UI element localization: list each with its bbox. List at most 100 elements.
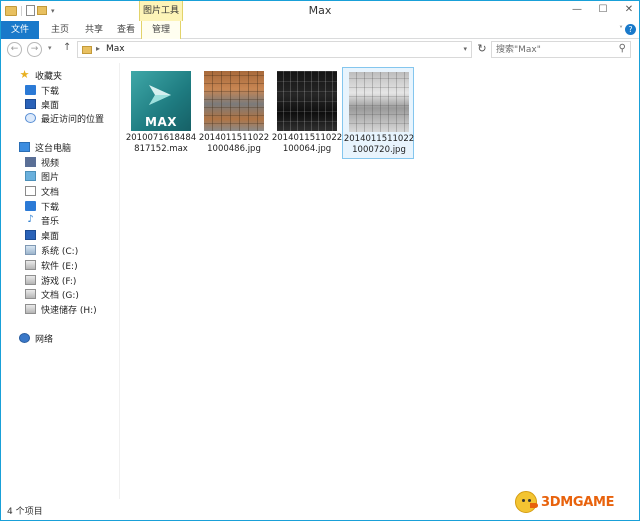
sidebar-item-label: 桌面 bbox=[41, 100, 60, 111]
drive-icon bbox=[25, 304, 36, 314]
sidebar-item-recent-places[interactable]: 最近访问的位置 bbox=[1, 111, 119, 125]
sidebar-item-label: 音乐 bbox=[41, 216, 60, 227]
file-name: 2014011511022 1000720.jpg bbox=[343, 134, 415, 155]
sidebar-item-downloads[interactable]: 下载 bbox=[1, 83, 119, 97]
sidebar-item-label: 文档 (G:) bbox=[41, 290, 79, 301]
drive-icon bbox=[25, 275, 36, 285]
sidebar-item-drive-g[interactable]: 文档 (G:) bbox=[1, 287, 119, 301]
file-thumbnail bbox=[277, 71, 337, 131]
system-drive-icon bbox=[25, 245, 36, 255]
sidebar-item-pc-desktop[interactable]: 桌面 bbox=[1, 228, 119, 242]
file-name: 2010071618484 817152.max bbox=[125, 133, 197, 154]
ribbon-tabs: 文件 主页 共享 查看 管理 ˅ ? bbox=[1, 21, 639, 39]
download-icon bbox=[25, 201, 36, 211]
tab-file[interactable]: 文件 bbox=[1, 21, 39, 39]
sidebar-item-label: 最近访问的位置 bbox=[41, 114, 105, 125]
sidebar-item-drive-f[interactable]: 游戏 (F:) bbox=[1, 273, 119, 287]
chevron-down-icon[interactable]: ▾ bbox=[463, 45, 467, 53]
watermark: 3DMGAME bbox=[515, 491, 637, 517]
desktop-icon bbox=[25, 230, 36, 240]
breadcrumb-max[interactable]: Max bbox=[106, 44, 125, 54]
title-bar: ▾ Max — ☐ ✕ bbox=[1, 1, 639, 23]
sidebar-item-label: 网络 bbox=[35, 334, 54, 345]
file-thumbnail: MAX bbox=[131, 71, 191, 131]
sidebar-item-documents[interactable]: 文档 bbox=[1, 184, 119, 198]
tab-share[interactable]: 共享 bbox=[79, 21, 109, 39]
tab-view[interactable]: 查看 bbox=[111, 21, 141, 39]
forward-button[interactable]: → bbox=[27, 42, 42, 57]
music-note-icon: ♪ bbox=[27, 214, 34, 225]
breadcrumb-separator[interactable]: ▸ bbox=[96, 44, 100, 53]
file-item-jpg-064[interactable]: 2014011511022 100064.jpg bbox=[271, 67, 343, 159]
download-icon bbox=[25, 85, 36, 95]
tab-home[interactable]: 主页 bbox=[45, 21, 75, 39]
sidebar-item-drive-c[interactable]: 系统 (C:) bbox=[1, 243, 119, 257]
sidebar-item-videos[interactable]: 视频 bbox=[1, 155, 119, 169]
address-bar[interactable]: ▸ Max ▾ bbox=[77, 41, 472, 58]
context-tab-header: 图片工具 bbox=[139, 1, 183, 21]
file-item-jpg-486[interactable]: 2014011511022 1000486.jpg bbox=[198, 67, 270, 159]
sidebar-item-label: 收藏夹 bbox=[35, 71, 63, 82]
star-icon: ★ bbox=[19, 68, 30, 81]
maximize-button[interactable]: ☐ bbox=[597, 4, 609, 15]
file-name: 2014011511022 100064.jpg bbox=[271, 133, 343, 154]
folder-icon bbox=[82, 46, 92, 54]
sidebar-item-label: 游戏 (F:) bbox=[41, 276, 77, 287]
sidebar-item-label: 下载 bbox=[41, 202, 60, 213]
drive-icon bbox=[25, 260, 36, 270]
file-list: MAX 2010071618484 817152.max 20140115110… bbox=[120, 63, 639, 499]
recent-places-icon bbox=[25, 113, 36, 123]
sidebar-item-favorites[interactable]: ★ 收藏夹 bbox=[1, 68, 119, 82]
file-item-jpg-720[interactable]: 2014011511022 1000720.jpg bbox=[342, 67, 414, 159]
picture-icon bbox=[25, 171, 36, 181]
sidebar-item-drive-e[interactable]: 软件 (E:) bbox=[1, 258, 119, 272]
watermark-text: 3DMGAME bbox=[541, 495, 615, 510]
sidebar-item-label: 这台电脑 bbox=[35, 143, 72, 154]
sidebar-item-label: 下载 bbox=[41, 86, 60, 97]
sidebar-item-this-pc[interactable]: 这台电脑 bbox=[1, 140, 119, 154]
desktop-icon bbox=[25, 99, 36, 109]
sidebar-item-label: 图片 bbox=[41, 172, 60, 183]
3ds-max-logo-icon bbox=[149, 85, 171, 105]
sidebar-item-label: 视频 bbox=[41, 158, 60, 169]
mascot-icon bbox=[515, 491, 538, 513]
video-icon bbox=[25, 157, 36, 167]
search-input[interactable] bbox=[492, 42, 610, 57]
sidebar-item-label: 快速储存 (H:) bbox=[41, 305, 97, 316]
sidebar-item-label: 桌面 bbox=[41, 231, 60, 242]
computer-icon bbox=[19, 142, 30, 152]
sidebar-item-drive-h[interactable]: 快速储存 (H:) bbox=[1, 302, 119, 316]
tab-manage[interactable]: 管理 bbox=[141, 21, 181, 39]
file-thumbnail bbox=[204, 71, 264, 131]
back-button[interactable]: ← bbox=[7, 42, 22, 57]
sidebar-item-label: 软件 (E:) bbox=[41, 261, 78, 272]
window-controls: — ☐ ✕ bbox=[571, 4, 635, 15]
minimize-button[interactable]: — bbox=[571, 4, 583, 15]
refresh-icon[interactable]: ↻ bbox=[475, 42, 489, 55]
network-icon bbox=[19, 333, 30, 343]
logo-text: MAX bbox=[145, 115, 177, 129]
navigation-pane: ★ 收藏夹 下载 桌面 最近访问的位置 这台电脑 视频 图片 文档 下载 ♪ 音… bbox=[1, 63, 119, 499]
item-count: 4 个项目 bbox=[7, 507, 43, 517]
explorer-window: ▾ Max — ☐ ✕ 图片工具 文件 主页 共享 查看 管理 ˅ ? ← → … bbox=[0, 0, 640, 521]
close-button[interactable]: ✕ bbox=[623, 4, 635, 15]
navigation-bar: ← → ▾ ↑ ▸ Max ▾ ↻ ⚲ bbox=[1, 39, 639, 61]
sidebar-item-desktop[interactable]: 桌面 bbox=[1, 97, 119, 111]
help-icon[interactable]: ? bbox=[625, 24, 636, 35]
file-name: 2014011511022 1000486.jpg bbox=[198, 133, 270, 154]
recent-locations-icon[interactable]: ▾ bbox=[48, 44, 52, 52]
drive-icon bbox=[25, 289, 36, 299]
sidebar-item-network[interactable]: 网络 bbox=[1, 331, 119, 345]
sidebar-item-pc-downloads[interactable]: 下载 bbox=[1, 199, 119, 213]
search-box[interactable]: ⚲ bbox=[491, 41, 631, 58]
document-icon bbox=[25, 186, 36, 196]
file-item-max[interactable]: MAX 2010071618484 817152.max bbox=[125, 67, 197, 159]
window-title: Max bbox=[308, 4, 332, 17]
expand-ribbon-icon[interactable]: ˅ bbox=[619, 25, 623, 34]
sidebar-item-label: 系统 (C:) bbox=[41, 246, 79, 257]
sidebar-item-pictures[interactable]: 图片 bbox=[1, 169, 119, 183]
file-thumbnail bbox=[349, 72, 409, 132]
sidebar-item-music[interactable]: ♪ 音乐 bbox=[1, 213, 119, 227]
search-icon[interactable]: ⚲ bbox=[619, 43, 626, 54]
up-arrow-icon[interactable]: ↑ bbox=[63, 42, 71, 53]
